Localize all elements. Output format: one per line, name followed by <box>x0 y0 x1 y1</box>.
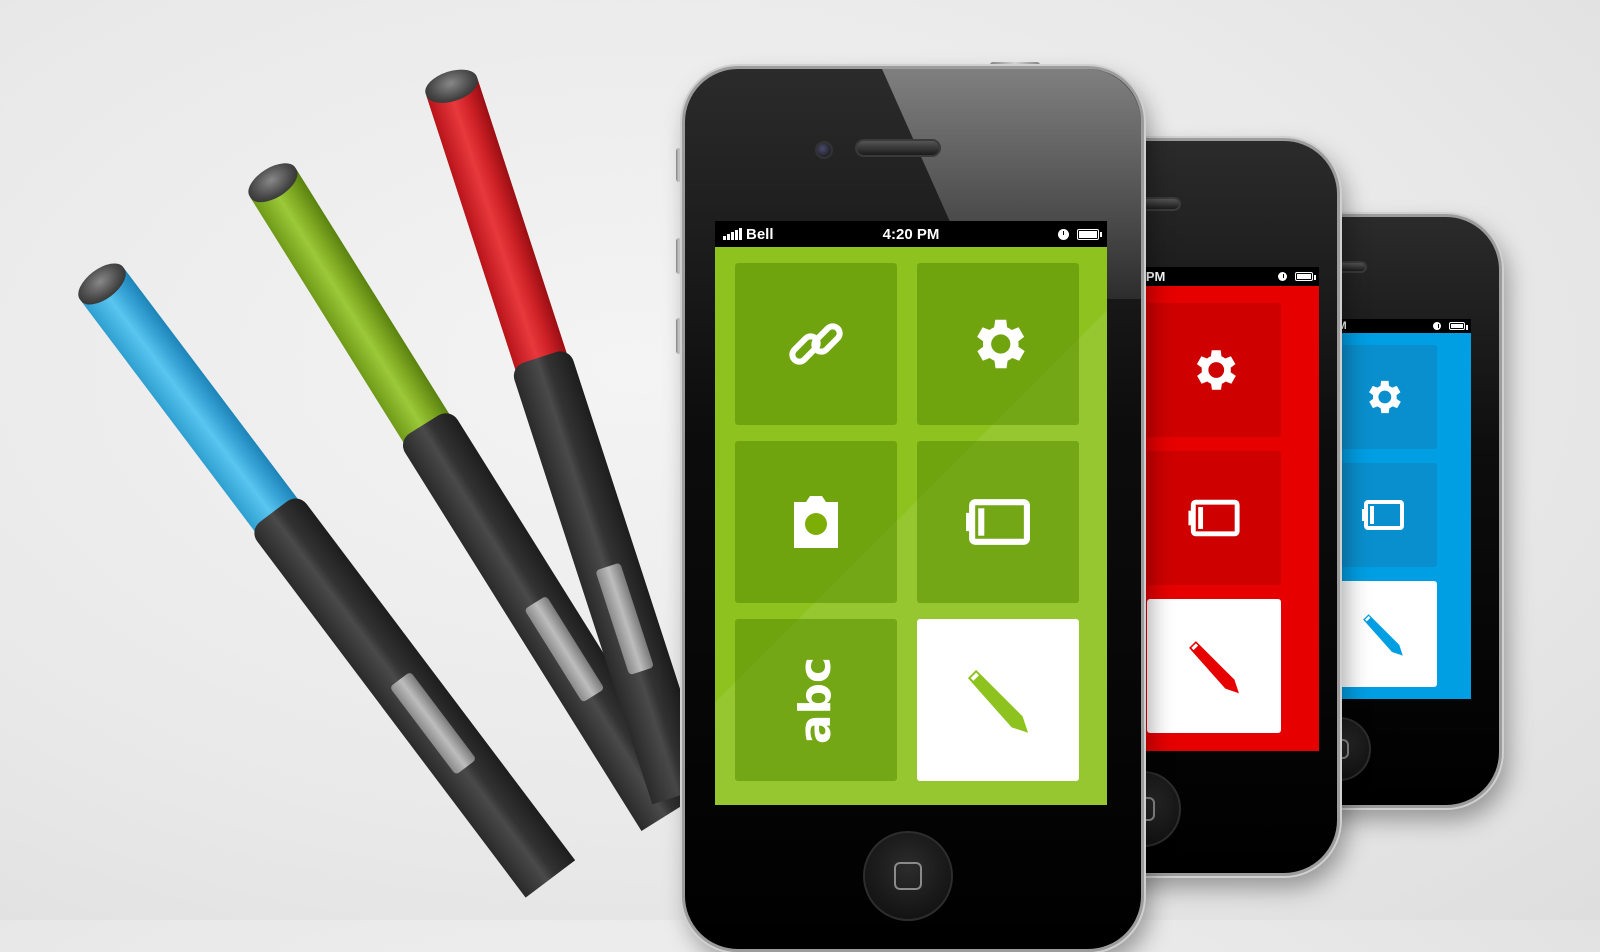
text-icon: abc <box>790 656 842 744</box>
battery-status-icon <box>1295 272 1316 281</box>
link-icon <box>789 323 843 365</box>
tile-settings[interactable] <box>917 263 1079 425</box>
status-bar: 0 PM <box>1129 267 1319 286</box>
battery-icon <box>1362 500 1404 530</box>
tile-settings[interactable] <box>1147 303 1281 437</box>
tile-settings[interactable] <box>1329 345 1437 449</box>
phone-screen: 0 PM <box>1129 267 1319 751</box>
pen-barrel <box>248 165 454 449</box>
gear-icon <box>1369 380 1401 414</box>
alarm-icon <box>1057 228 1069 240</box>
pencil-icon <box>967 669 1029 733</box>
home-square-icon <box>894 862 922 890</box>
alarm-icon <box>1278 272 1287 281</box>
pen-barrel <box>425 75 570 378</box>
status-icons <box>1057 228 1102 240</box>
status-icons <box>1278 272 1316 281</box>
pen-barrel <box>78 265 303 538</box>
stylus-pens-group <box>0 0 712 920</box>
tile-battery[interactable] <box>917 441 1079 603</box>
tile-battery[interactable] <box>1147 451 1281 585</box>
tile-pencil-selected[interactable] <box>1329 581 1437 687</box>
gear-icon <box>977 319 1025 369</box>
battery-status-icon <box>1076 228 1102 240</box>
tile-text[interactable]: abc <box>735 619 897 781</box>
alarm-icon <box>1433 322 1441 330</box>
earpiece-speaker <box>855 139 941 157</box>
battery-status-icon <box>1449 322 1468 330</box>
home-button[interactable] <box>863 831 953 921</box>
tile-pencil-selected[interactable] <box>917 619 1079 781</box>
tile-pencil-selected[interactable] <box>1147 599 1281 733</box>
camera-icon <box>794 496 838 548</box>
status-bar: Bell 4:20 PM <box>715 221 1107 247</box>
tile-camera[interactable] <box>735 441 897 603</box>
front-camera <box>815 141 833 159</box>
tile-link[interactable] <box>735 263 897 425</box>
phone-main-green: Bell 4:20 PM abc <box>682 66 1144 952</box>
battery-icon <box>1188 499 1240 537</box>
gear-icon <box>1196 350 1236 390</box>
phone-screen: Bell 4:20 PM abc <box>715 221 1107 805</box>
status-time: 4:20 PM <box>882 225 940 243</box>
battery-icon <box>966 499 1030 545</box>
pencil-icon <box>1189 641 1239 694</box>
pencil-icon <box>1363 614 1403 656</box>
tile-battery[interactable] <box>1329 463 1437 567</box>
status-icons <box>1433 322 1468 330</box>
